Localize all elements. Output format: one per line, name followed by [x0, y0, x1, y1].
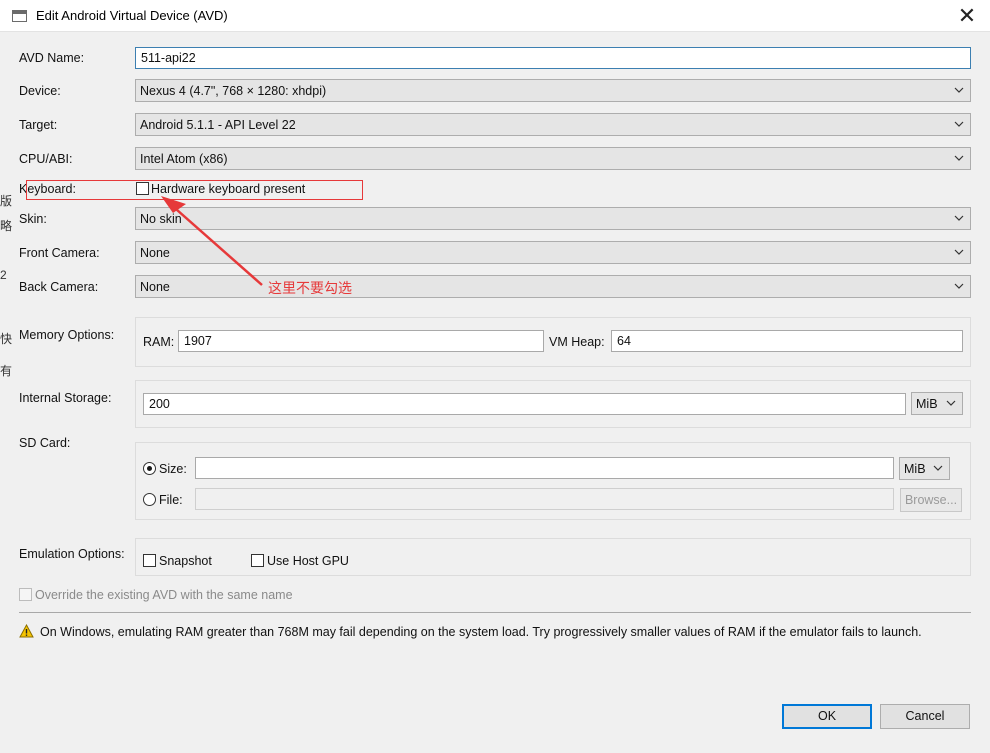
separator — [19, 612, 971, 613]
front-camera-select-value: None — [140, 246, 170, 260]
use-host-gpu-checkbox[interactable] — [251, 554, 264, 567]
close-button[interactable]: ✕ — [950, 0, 984, 31]
sd-card-label: SD Card: — [19, 436, 71, 450]
window-icon — [12, 10, 27, 22]
target-label: Target: — [19, 118, 58, 132]
background-fragment: 版 — [0, 194, 13, 208]
front-camera-select[interactable]: None — [135, 241, 971, 264]
sd-size-radio[interactable] — [143, 462, 156, 475]
browse-button[interactable]: Browse... — [900, 488, 962, 512]
ram-label: RAM: — [143, 335, 175, 349]
snapshot-checkbox[interactable] — [143, 554, 156, 567]
sd-size-label[interactable]: Size: — [159, 462, 187, 476]
memory-options-label: Memory Options: — [19, 328, 115, 342]
override-checkbox[interactable] — [19, 588, 32, 601]
warning-text: On Windows, emulating RAM greater than 7… — [40, 625, 922, 639]
internal-storage-input[interactable]: 200 — [143, 393, 906, 415]
device-select-value: Nexus 4 (4.7", 768 × 1280: xhdpi) — [140, 84, 327, 98]
use-host-gpu-label[interactable]: Use Host GPU — [267, 554, 349, 568]
cpu-abi-select-value: Intel Atom (x86) — [140, 152, 228, 166]
chevron-down-icon — [954, 215, 964, 221]
chevron-down-icon — [954, 121, 964, 127]
title-bar: Edit Android Virtual Device (AVD) ✕ — [0, 0, 990, 32]
device-label: Device: — [19, 84, 61, 98]
front-camera-label: Front Camera: — [19, 246, 100, 260]
sd-size-unit-value: MiB — [904, 462, 926, 476]
chevron-down-icon — [954, 283, 964, 289]
vm-heap-label: VM Heap: — [549, 335, 605, 349]
skin-label: Skin: — [19, 212, 47, 226]
annotation-text: 这里不要勾选 — [268, 280, 352, 296]
chevron-down-icon — [946, 400, 956, 406]
chevron-down-icon — [954, 249, 964, 255]
chevron-down-icon — [954, 87, 964, 93]
skin-select[interactable]: No skin — [135, 207, 971, 230]
window-title: Edit Android Virtual Device (AVD) — [36, 8, 228, 23]
warning-triangle-icon — [19, 624, 34, 638]
sd-file-input[interactable] — [195, 488, 894, 510]
ok-button[interactable]: OK — [782, 704, 872, 729]
override-label: Override the existing AVD with the same … — [35, 588, 293, 602]
sd-size-input[interactable] — [195, 457, 894, 479]
vm-heap-input[interactable]: 64 — [611, 330, 963, 352]
background-fragment: 略 — [0, 219, 13, 233]
cancel-button[interactable]: Cancel — [880, 704, 970, 729]
ram-input[interactable]: 1907 — [178, 330, 544, 352]
background-fragment: 2 — [0, 268, 7, 282]
target-select[interactable]: Android 5.1.1 - API Level 22 — [135, 113, 971, 136]
cpu-abi-label: CPU/ABI: — [19, 152, 73, 166]
back-camera-select-value: None — [140, 280, 170, 294]
skin-select-value: No skin — [140, 212, 182, 226]
device-select[interactable]: Nexus 4 (4.7", 768 × 1280: xhdpi) — [135, 79, 971, 102]
background-fragment: 快 — [0, 332, 13, 346]
sd-file-label[interactable]: File: — [159, 493, 183, 507]
snapshot-label[interactable]: Snapshot — [159, 554, 212, 568]
avd-name-input[interactable]: 511-api22 — [135, 47, 971, 69]
internal-storage-label: Internal Storage: — [19, 391, 112, 405]
emulation-options-label: Emulation Options: — [19, 547, 125, 561]
avd-name-label: AVD Name: — [19, 51, 85, 65]
sd-file-radio[interactable] — [143, 493, 156, 506]
back-camera-label: Back Camera: — [19, 280, 99, 294]
cpu-abi-select[interactable]: Intel Atom (x86) — [135, 147, 971, 170]
internal-storage-unit-value: MiB — [916, 397, 938, 411]
background-fragment: 有 — [0, 364, 13, 378]
chevron-down-icon — [933, 465, 943, 471]
internal-storage-unit-select[interactable]: MiB — [911, 392, 963, 415]
annotation-highlight-box — [26, 180, 363, 200]
chevron-down-icon — [954, 155, 964, 161]
back-camera-select[interactable]: None — [135, 275, 971, 298]
sd-size-unit-select[interactable]: MiB — [899, 457, 950, 480]
target-select-value: Android 5.1.1 - API Level 22 — [140, 118, 296, 132]
